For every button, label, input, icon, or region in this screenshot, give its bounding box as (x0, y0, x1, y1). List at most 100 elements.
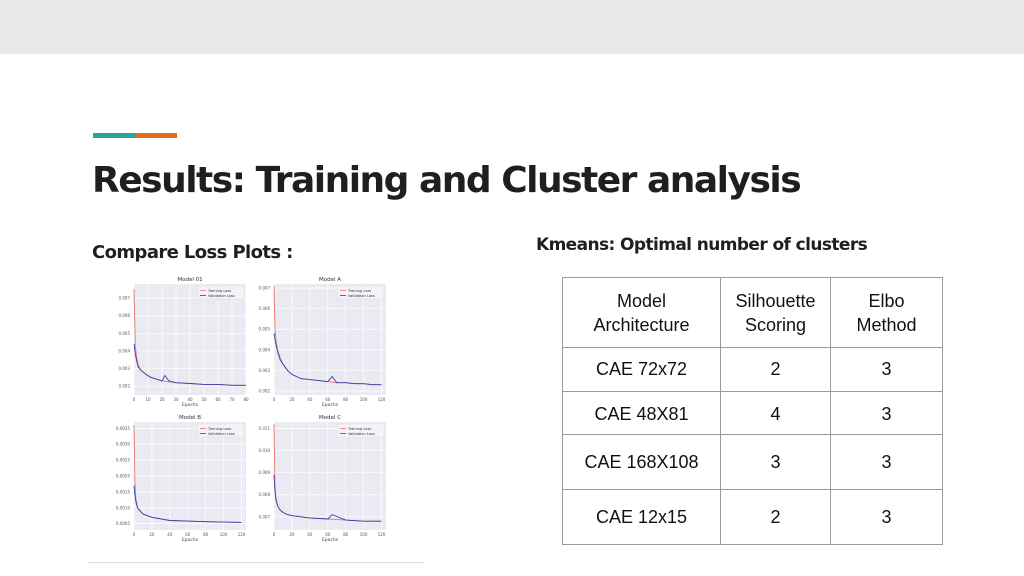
plot-area (274, 422, 386, 530)
x-tick-label: 60 (185, 532, 191, 537)
x-tick-label: 50 (201, 397, 207, 402)
plot-title: Model A (319, 277, 341, 283)
kmeans-table: Model Architecture Silhouette Scoring Elbo… (562, 277, 943, 545)
x-axis-label: Epochs (182, 537, 199, 543)
legend-label: Validation Loss (348, 294, 375, 298)
y-tick-label: 0.0025 (116, 458, 130, 463)
x-tick-label: 0 (273, 532, 276, 537)
table-cell-model: CAE 168X108 (562, 434, 721, 490)
table-cell-elbo: 3 (830, 489, 943, 545)
loss-plots-svg: Model 01 0.002 0.003 0.004 0.005 0.006 0.007 0 1… (116, 277, 386, 543)
plot-title: Model 01 (177, 277, 202, 283)
x-tick-label: 0 (133, 532, 136, 537)
loss-plots-heading: Compare Loss Plots : (92, 242, 293, 263)
header-elbo-method: Elbo Method (830, 277, 943, 348)
y-tick-label: 0.011 (259, 426, 271, 431)
table-row: CAE 168X108 3 3 (562, 434, 943, 490)
x-tick-label: 120 (238, 532, 246, 537)
legend-label: Training Loss (207, 289, 231, 293)
legend-label: Training Loss (207, 427, 231, 431)
x-tick-label: 40 (307, 532, 313, 537)
loss-plot-4: Model C 0.007 0.008 0.009 0.010 0.011 0 20 40 60 8… (259, 415, 386, 543)
legend-label: Training Loss (347, 289, 371, 293)
y-tick-label: 0.002 (119, 384, 131, 389)
table-cell-silhouette: 2 (720, 489, 831, 545)
y-tick-label: 0.007 (259, 286, 271, 291)
accent-orange-segment (135, 133, 177, 138)
loss-plots-figure: Model 01 0.002 0.003 0.004 0.005 0.006 0.007 0 1… (88, 272, 424, 563)
legend-label: Validation Loss (208, 432, 235, 436)
table-cell-silhouette: 2 (720, 347, 831, 392)
legend-label: Validation Loss (208, 294, 235, 298)
y-tick-label: 0.0005 (116, 521, 130, 526)
y-tick-label: 0.009 (259, 470, 271, 475)
x-tick-label: 10 (145, 397, 151, 402)
accent-teal-segment (93, 133, 135, 138)
y-tick-label: 0.004 (119, 348, 131, 353)
y-tick-label: 0.0030 (116, 442, 130, 447)
plot-title: Model B (179, 415, 201, 421)
y-tick-label: 0.005 (259, 327, 271, 332)
y-tick-label: 0.0020 (116, 474, 130, 479)
table-cell-silhouette: 3 (720, 434, 831, 490)
legend-label: Validation Loss (348, 432, 375, 436)
y-tick-label: 0.008 (259, 492, 271, 497)
x-axis-label: Epochs (322, 402, 339, 408)
table-cell-model: CAE 48X81 (562, 391, 721, 435)
x-tick-label: 40 (167, 532, 173, 537)
y-tick-label: 0.0035 (116, 426, 130, 431)
y-tick-label: 0.006 (259, 306, 271, 311)
header-silhouette-scoring: Silhouette Scoring (720, 277, 831, 348)
y-tick-label: 0.010 (259, 448, 271, 453)
loss-plot-3: Model B 0.0005 0.0010 0.0015 0.0020 0.0025 0.0… (116, 415, 246, 543)
table-row: CAE 48X81 4 3 (562, 391, 943, 435)
table-cell-elbo: 3 (830, 434, 943, 490)
x-tick-label: 80 (243, 397, 249, 402)
table-cell-model: CAE 12x15 (562, 489, 721, 545)
x-tick-label: 40 (307, 397, 313, 402)
table-row: CAE 12x15 2 3 (562, 489, 943, 545)
y-tick-label: 0.0010 (116, 505, 130, 510)
x-tick-label: 0 (273, 397, 276, 402)
plot-title: Model C (319, 415, 341, 421)
x-tick-label: 120 (378, 532, 386, 537)
loss-plot-2: Model A 0.002 0.003 0.004 0.005 0.006 0.007 0 20… (259, 277, 386, 408)
y-tick-label: 0.002 (259, 388, 271, 393)
y-tick-label: 0.007 (119, 296, 131, 301)
y-tick-label: 0.004 (259, 347, 271, 352)
x-tick-label: 20 (149, 532, 155, 537)
top-bar (0, 0, 1024, 54)
legend-label: Training Loss (347, 427, 371, 431)
y-tick-label: 0.003 (119, 366, 131, 371)
slide-title: Results: Training and Cluster analysis (92, 160, 802, 201)
table-row: CAE 72x72 2 3 (562, 347, 943, 392)
plot-area (274, 284, 386, 395)
y-tick-label: 0.003 (259, 368, 271, 373)
x-tick-label: 60 (325, 397, 331, 402)
table-cell-silhouette: 4 (720, 391, 831, 435)
title-accent-bar (93, 133, 177, 138)
x-tick-label: 30 (173, 397, 179, 402)
x-tick-label: 80 (203, 532, 209, 537)
x-tick-label: 60 (325, 532, 331, 537)
x-tick-label: 100 (360, 532, 368, 537)
x-tick-label: 20 (289, 397, 295, 402)
loss-plot-1: Model 01 0.002 0.003 0.004 0.005 0.006 0.007 0 1… (119, 277, 249, 408)
x-tick-label: 120 (378, 397, 386, 402)
y-tick-label: 0.007 (259, 514, 271, 519)
x-tick-label: 100 (220, 532, 228, 537)
x-tick-label: 70 (229, 397, 235, 402)
y-tick-label: 0.005 (119, 331, 131, 336)
x-tick-label: 40 (187, 397, 193, 402)
x-axis-label: Epochs (322, 537, 339, 543)
x-tick-label: 80 (343, 397, 349, 402)
table-header-row: Model Architecture Silhouette Scoring Elbo… (562, 277, 943, 348)
x-tick-label: 0 (133, 397, 136, 402)
y-tick-label: 0.0015 (116, 489, 130, 494)
x-tick-label: 100 (360, 397, 368, 402)
x-axis-label: Epochs (182, 402, 199, 408)
x-tick-label: 20 (289, 532, 295, 537)
table-cell-elbo: 3 (830, 391, 943, 435)
table-cell-elbo: 3 (830, 347, 943, 392)
table-cell-model: CAE 72x72 (562, 347, 721, 392)
